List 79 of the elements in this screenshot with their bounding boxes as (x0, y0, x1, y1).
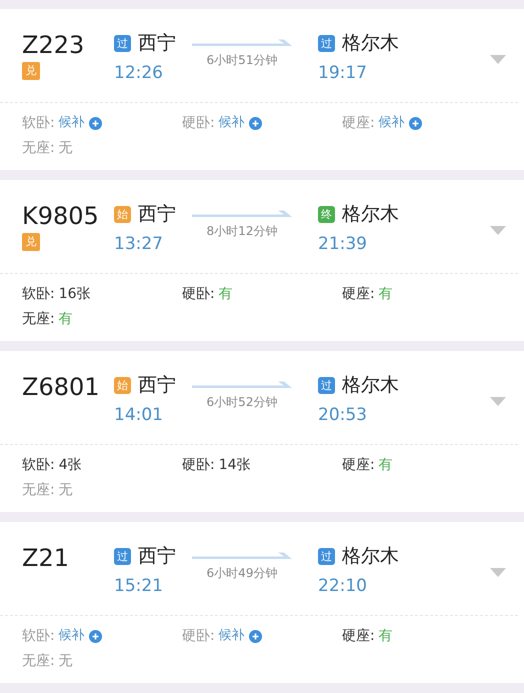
duration-text: 8小时12分钟 (206, 223, 278, 240)
seat-label: 无座: (22, 310, 55, 329)
seat-availability: 14张 (218, 456, 251, 475)
seat-label: 硬卧: (182, 456, 215, 475)
plus-icon[interactable] (88, 116, 102, 130)
plus-icon[interactable] (248, 630, 262, 642)
plus-icon[interactable] (248, 116, 262, 130)
seat-label: 硬座: (342, 456, 375, 475)
train-card[interactable]: K9805 兑 始 西宁 13:27 8小时12分钟 终 格尔木 21:39 软卧: 16张 硬卧: 有 硬座: 有 无座: 有 (0, 180, 524, 341)
arrow-icon (192, 210, 292, 218)
train-card[interactable]: Z6801 始 西宁 14:01 6小时52分钟 过 格尔木 20:53 软卧: 4张 硬卧: 14张 硬座: 有 无座: 无 (0, 351, 524, 512)
seat-availability: 候补 (58, 627, 85, 645)
time-text: 15:21 (114, 575, 164, 598)
train-number: K9805 (22, 202, 99, 230)
seat-availability: 候补 (218, 114, 245, 132)
duration-text: 6小时52分钟 (206, 394, 278, 411)
station-name: 西宁 (138, 31, 176, 55)
seat-availability: 有 (378, 456, 393, 475)
seat-availability: 16张 (58, 285, 91, 304)
seat-availability: 有 (218, 285, 233, 304)
seat-availability: 有 (378, 285, 393, 304)
station-badge: 过 (114, 34, 131, 52)
seat-label: 硬座: (342, 627, 375, 646)
station-name: 西宁 (138, 202, 176, 226)
time-text: 19:17 (318, 62, 368, 85)
seat-availability: 4张 (58, 456, 82, 475)
seat-label: 软卧: (22, 114, 55, 133)
train-card[interactable]: Z223 兑 过 西宁 12:26 6小时51分钟 过 格尔木 19:17 软卧: 候补 硬卧: 候补 硬座: 候补 无座: 无 (0, 9, 524, 170)
duration-text: 6小时51分钟 (206, 52, 278, 69)
seat-availability: 无 (58, 139, 73, 158)
station-badge: 终 (318, 206, 335, 222)
seat-label: 硬卧: (182, 114, 215, 133)
duration-text: 6小时49分钟 (206, 565, 278, 582)
station-badge: 过 (318, 548, 335, 564)
seat-availability: 无 (58, 481, 73, 500)
seat-label: 无座: (22, 481, 55, 500)
seat-label: 硬座: (342, 285, 375, 304)
train-number: Z6801 (22, 373, 100, 401)
station-badge: 始 (114, 206, 131, 222)
arrow-icon (192, 552, 292, 560)
station-name: 西宁 (138, 544, 176, 568)
time-text: 22:10 (318, 575, 368, 598)
seat-availability: 有 (378, 627, 393, 646)
time-text: 12:26 (114, 62, 164, 85)
seat-label: 无座: (22, 652, 55, 671)
seat-label: 软卧: (22, 627, 55, 646)
station-name: 格尔木 (342, 31, 399, 55)
station-badge: 始 (114, 376, 131, 394)
station-badge: 过 (114, 548, 131, 564)
time-text: 20:53 (318, 404, 368, 427)
station-name: 格尔木 (342, 202, 399, 226)
seat-availability: 候补 (378, 114, 405, 132)
time-text: 13:27 (114, 233, 164, 256)
arrow-icon (192, 39, 292, 47)
time-text: 21:39 (318, 233, 368, 256)
seat-label: 软卧: (22, 456, 55, 475)
seat-label: 硬卧: (182, 285, 215, 304)
station-badge: 过 (318, 376, 335, 394)
station-name: 格尔木 (342, 544, 399, 568)
seat-availability: 候补 (218, 627, 245, 645)
arrow-icon (192, 381, 292, 389)
plus-icon[interactable] (408, 116, 422, 130)
station-name: 西宁 (138, 373, 176, 397)
train-card[interactable]: Z21 过 西宁 15:21 6小时49分钟 过 格尔木 22:10 软卧: 候补 硬卧: 候补 硬座: 有 无座: 无 (0, 522, 524, 683)
time-text: 14:01 (114, 404, 164, 427)
seat-label: 无座: (22, 139, 55, 158)
seat-availability: 无 (58, 652, 73, 671)
seat-availability: 候补 (58, 114, 85, 132)
station-name: 格尔木 (342, 373, 399, 397)
seat-label: 硬座: (342, 114, 375, 133)
train-number: Z21 (22, 544, 69, 572)
exchange-badge: 兑 (22, 233, 40, 251)
exchange-badge: 兑 (22, 62, 40, 80)
seat-label: 硬卧: (182, 627, 215, 646)
seat-label: 软卧: (22, 285, 55, 304)
seat-availability: 有 (58, 310, 73, 329)
station-badge: 过 (318, 34, 335, 52)
train-number: Z223 (22, 31, 84, 59)
plus-icon[interactable] (88, 630, 102, 642)
